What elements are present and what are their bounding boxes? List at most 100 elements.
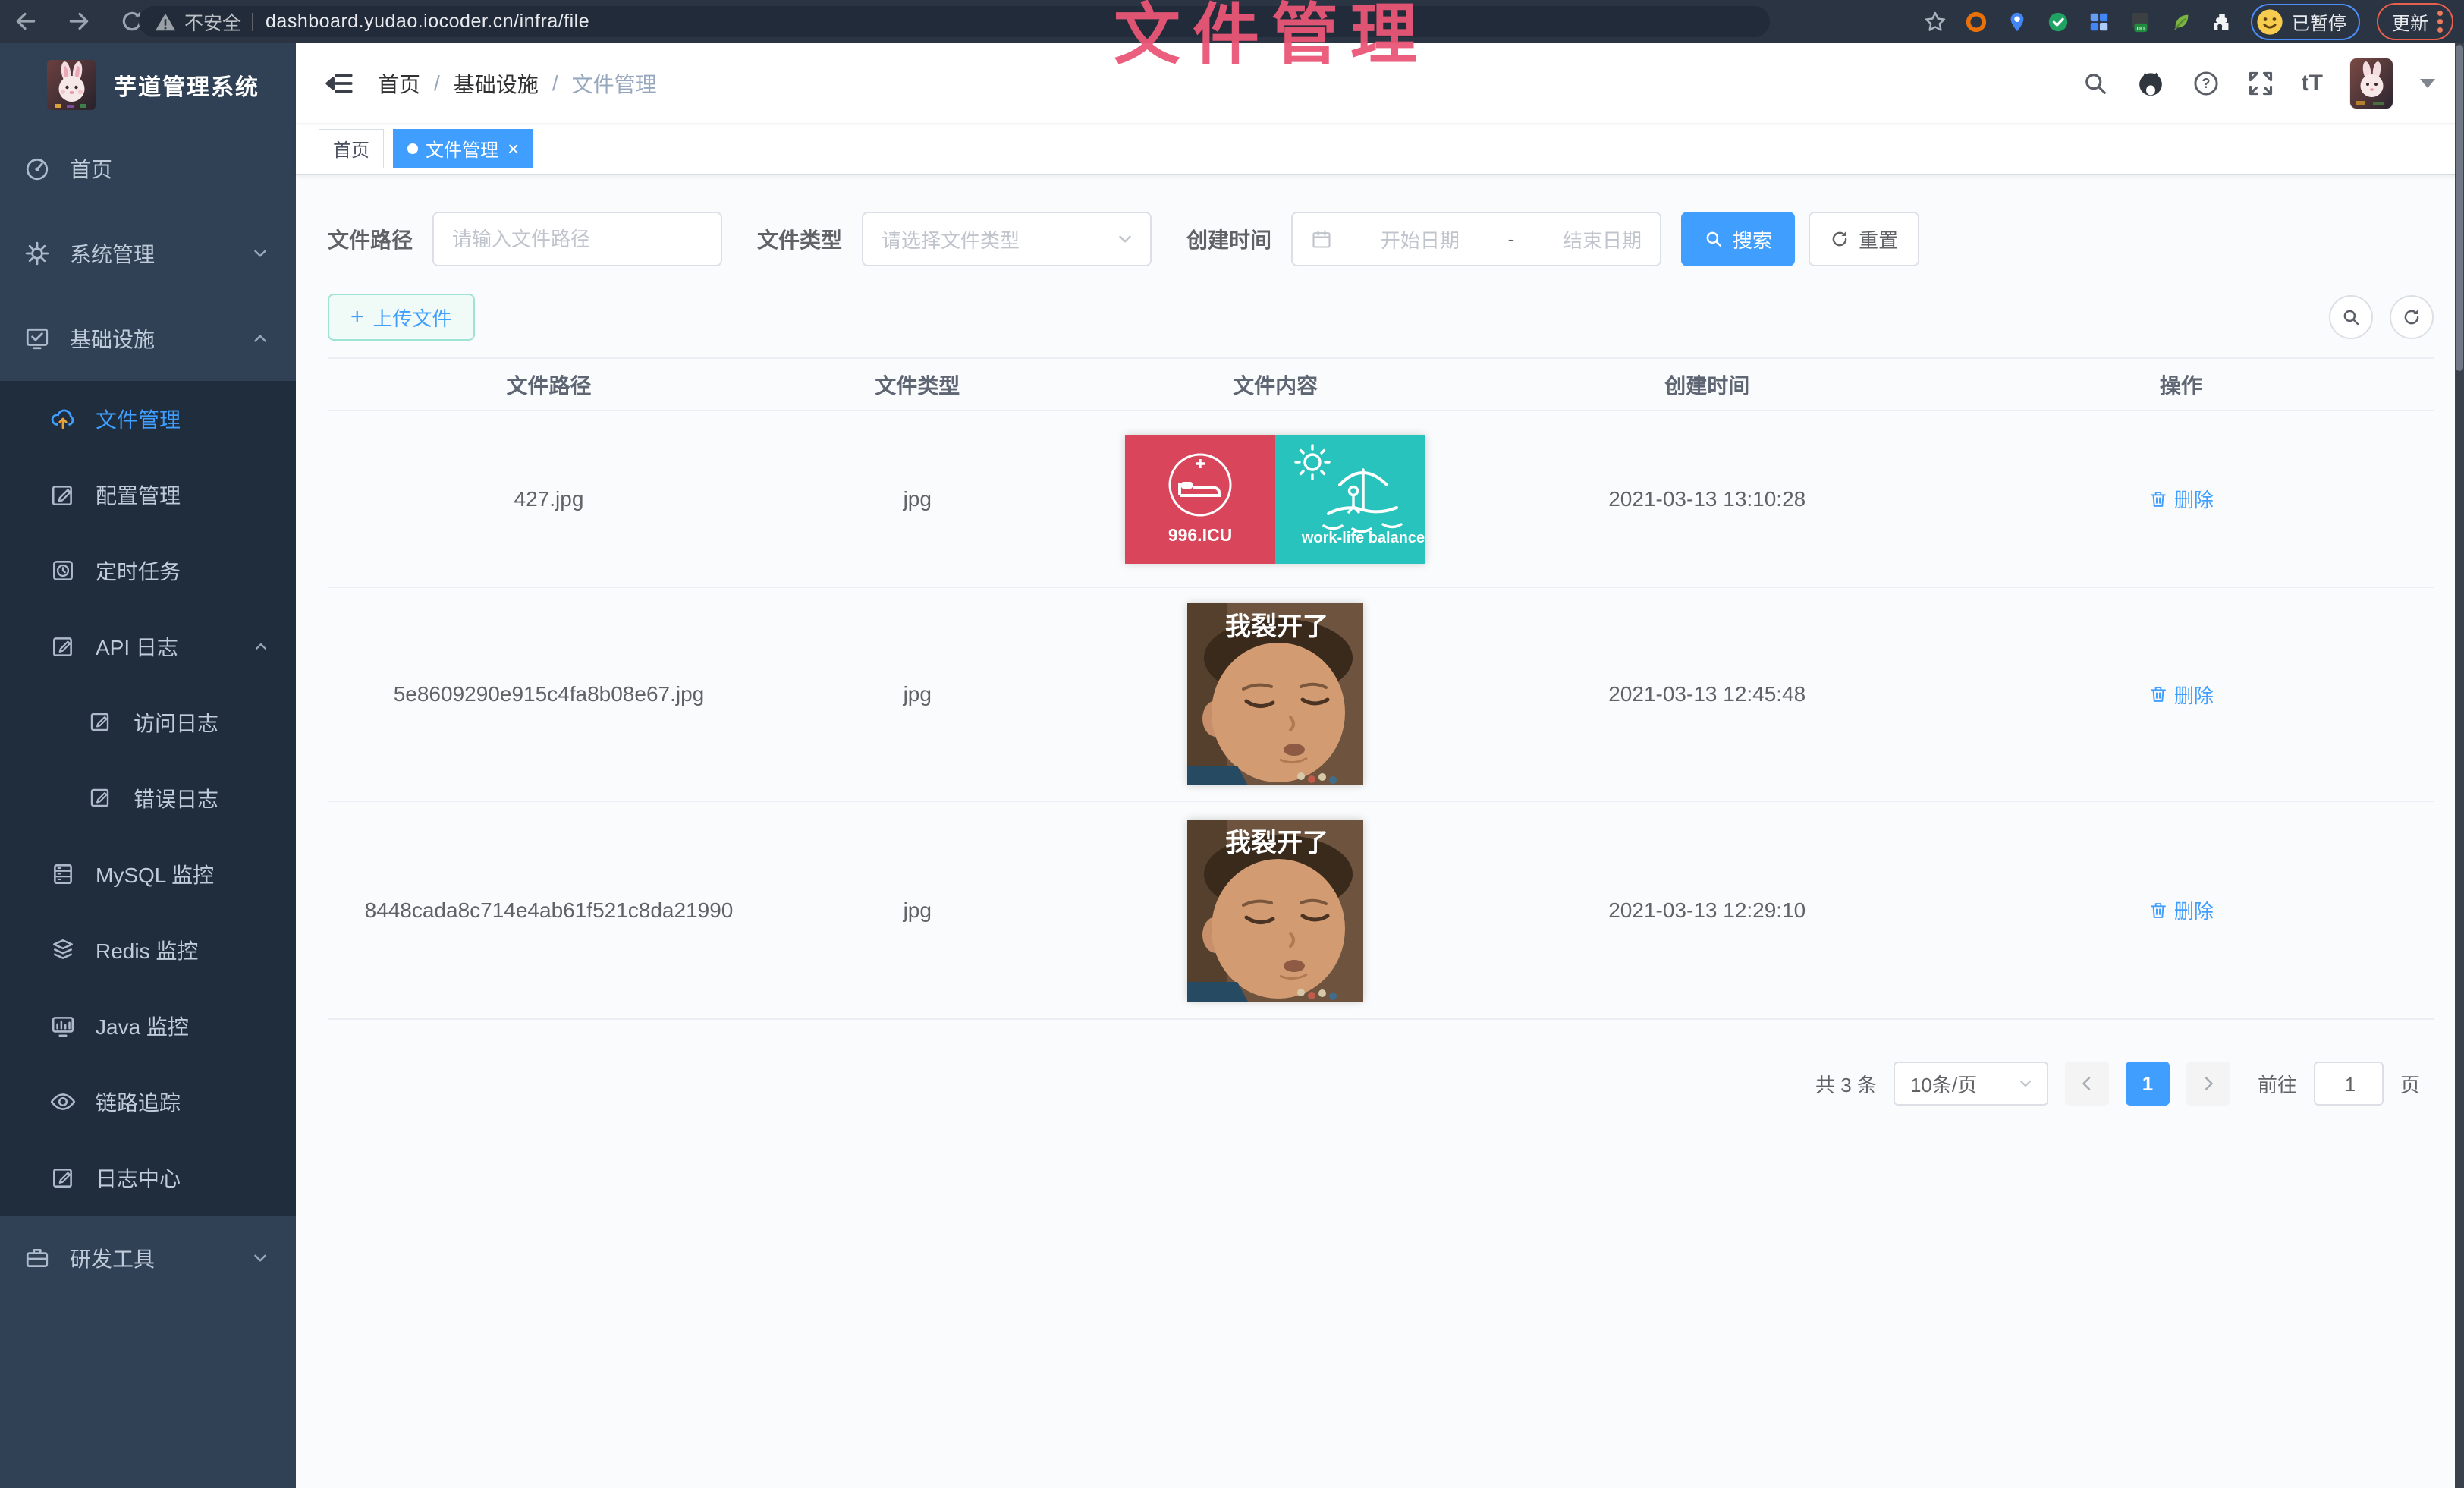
file-thumbnail-baby-meme[interactable]: 我裂开了 xyxy=(1187,820,1363,1002)
column-header-type: 文件类型 xyxy=(770,370,1065,400)
sidebar-item-label: 访问日志 xyxy=(134,707,218,738)
sidebar-logo[interactable]: 芋道管理系统 xyxy=(0,43,296,126)
cell-created-time: 2021-03-13 12:29:10 xyxy=(1486,898,1928,923)
sidebar-item-label: 研发工具 xyxy=(70,1243,155,1273)
goto-page-input[interactable] xyxy=(2315,1063,2385,1106)
font-size-icon[interactable]: tT xyxy=(2302,71,2323,96)
file-thumbnail-baby-meme[interactable]: 我裂开了 xyxy=(1187,603,1363,785)
close-icon[interactable]: × xyxy=(508,139,519,159)
date-range-separator: - xyxy=(1508,228,1515,251)
upload-file-button[interactable]: + 上传文件 xyxy=(328,294,475,341)
extension-pin-icon[interactable] xyxy=(2005,10,2029,34)
sidebar-item-label: Redis 监控 xyxy=(96,935,198,965)
cell-file-path: 5e8609290e915c4fa8b08e67.jpg xyxy=(328,682,770,706)
page-scrollbar[interactable] xyxy=(2455,43,2464,1488)
page-size-select[interactable]: 10条/页 xyxy=(1894,1062,2048,1106)
scrollbar-thumb[interactable] xyxy=(2456,45,2463,371)
log-edit-icon xyxy=(88,709,114,735)
start-date-placeholder: 开始日期 xyxy=(1381,225,1460,253)
sidebar-item-log-center[interactable]: 日志中心 xyxy=(0,1140,296,1216)
sidebar-item-java-monitor[interactable]: Java 监控 xyxy=(0,988,296,1064)
extension-green-check-icon[interactable] xyxy=(2046,10,2070,34)
extension-on-badge-icon[interactable]: on xyxy=(2128,10,2152,34)
sidebar-item-redis-monitor[interactable]: Redis 监控 xyxy=(0,912,296,988)
forward-icon[interactable] xyxy=(64,6,94,36)
sidebar-item-api-log[interactable]: API 日志 xyxy=(0,609,296,684)
sidebar-item-home[interactable]: 首页 xyxy=(0,126,296,211)
calendar-icon xyxy=(1311,228,1332,250)
tab-label: 首页 xyxy=(333,135,369,162)
extension-leaf-icon[interactable] xyxy=(2169,10,2193,34)
help-icon[interactable]: ? xyxy=(2192,70,2220,97)
extension-grid-icon[interactable] xyxy=(2087,10,2111,34)
tab-file-manage[interactable]: 文件管理 × xyxy=(393,129,533,168)
file-path-input[interactable] xyxy=(434,228,721,251)
profile-paused-badge[interactable]: 已暂停 xyxy=(2251,4,2360,40)
file-type-placeholder: 请选择文件类型 xyxy=(882,225,1020,253)
delete-button-label: 删除 xyxy=(2174,485,2214,513)
monitor-check-icon xyxy=(24,326,50,351)
prev-page-button[interactable] xyxy=(2065,1062,2109,1106)
avatar-caret-icon[interactable] xyxy=(2420,79,2435,88)
address-bar[interactable]: 不安全 dashboard.yudao.iocoder.cn/infra/fil… xyxy=(139,6,1770,37)
sidebar-item-dev-tools[interactable]: 研发工具 xyxy=(0,1216,296,1301)
tab-home[interactable]: 首页 xyxy=(319,129,384,168)
fullscreen-icon[interactable] xyxy=(2247,70,2274,97)
page-number-button[interactable]: 1 xyxy=(2126,1062,2170,1106)
delete-button[interactable]: 删除 xyxy=(2148,681,2214,709)
sidebar-item-scheduled-jobs[interactable]: 定时任务 xyxy=(0,533,296,609)
cell-file-type: jpg xyxy=(770,682,1065,706)
log-edit-icon xyxy=(50,1165,76,1191)
sidebar-item-error-log[interactable]: 错误日志 xyxy=(0,760,296,836)
file-type-select[interactable]: 请选择文件类型 xyxy=(862,212,1152,266)
hamburger-icon[interactable] xyxy=(323,68,355,99)
paused-label: 已暂停 xyxy=(2292,8,2346,35)
file-path-label: 文件路径 xyxy=(328,224,413,254)
filter-form: 文件路径 文件类型 请选择文件类型 创建时间 开始日期 - 结束日期 xyxy=(328,210,2434,268)
search-button-label: 搜索 xyxy=(1733,225,1772,253)
user-avatar[interactable] xyxy=(2350,58,2393,109)
refresh-table-button[interactable] xyxy=(2390,295,2434,339)
extension-orange-ring-icon[interactable] xyxy=(1964,10,1988,34)
svg-text:我裂开了: 我裂开了 xyxy=(1225,612,1328,641)
sidebar-item-system[interactable]: 系统管理 xyxy=(0,211,296,296)
toggle-search-button[interactable] xyxy=(2329,295,2373,339)
sidebar-item-file-manage[interactable]: 文件管理 xyxy=(0,381,296,457)
search-icon[interactable] xyxy=(2082,70,2109,97)
extension-puzzle-icon[interactable] xyxy=(2210,10,2234,34)
reset-button-label: 重置 xyxy=(1859,225,1898,253)
reset-button[interactable]: 重置 xyxy=(1809,212,1919,266)
security-warning-icon[interactable] xyxy=(154,11,177,33)
breadcrumb-separator: / xyxy=(434,71,440,96)
briefcase-icon xyxy=(24,1245,50,1271)
search-icon xyxy=(1704,229,1724,249)
delete-button[interactable]: 删除 xyxy=(2148,485,2214,513)
sidebar-item-label: 日志中心 xyxy=(96,1162,181,1193)
next-page-button[interactable] xyxy=(2186,1062,2230,1106)
sidebar-item-label: 配置管理 xyxy=(96,480,181,510)
logo-rabbit-image xyxy=(47,60,96,110)
chrome-update-menu[interactable]: 更新 xyxy=(2377,3,2453,40)
chevron-up-icon xyxy=(250,329,270,348)
monitor-chart-icon xyxy=(50,1013,76,1039)
security-label[interactable]: 不安全 xyxy=(184,8,241,36)
sidebar-item-label: API 日志 xyxy=(96,631,178,662)
date-range-picker[interactable]: 开始日期 - 结束日期 xyxy=(1291,212,1661,266)
back-icon[interactable] xyxy=(11,6,41,36)
sidebar-item-mysql-monitor[interactable]: MySQL 监控 xyxy=(0,836,296,912)
delete-button[interactable]: 删除 xyxy=(2148,896,2214,924)
search-button[interactable]: 搜索 xyxy=(1681,212,1795,266)
file-thumbnail-996icu[interactable]: 996.ICU work-life ba xyxy=(1125,435,1425,564)
sidebar-item-label: 首页 xyxy=(70,153,112,184)
sidebar-item-infra[interactable]: 基础设施 xyxy=(0,296,296,381)
bookmark-star-icon[interactable] xyxy=(1923,10,1947,34)
sidebar-item-trace[interactable]: 链路追踪 xyxy=(0,1064,296,1140)
breadcrumb-home[interactable]: 首页 xyxy=(378,68,420,99)
sidebar-item-config-manage[interactable]: 配置管理 xyxy=(0,457,296,533)
github-icon[interactable] xyxy=(2136,69,2165,98)
sidebar-item-access-log[interactable]: 访问日志 xyxy=(0,684,296,760)
url-text[interactable]: dashboard.yudao.iocoder.cn/infra/file xyxy=(266,11,589,33)
pagination: 共 3 条 10条/页 1 前往 页 xyxy=(328,1062,2434,1106)
table-setting-buttons xyxy=(2329,295,2434,339)
svg-text:work-life balance: work-life balance xyxy=(1301,530,1425,546)
